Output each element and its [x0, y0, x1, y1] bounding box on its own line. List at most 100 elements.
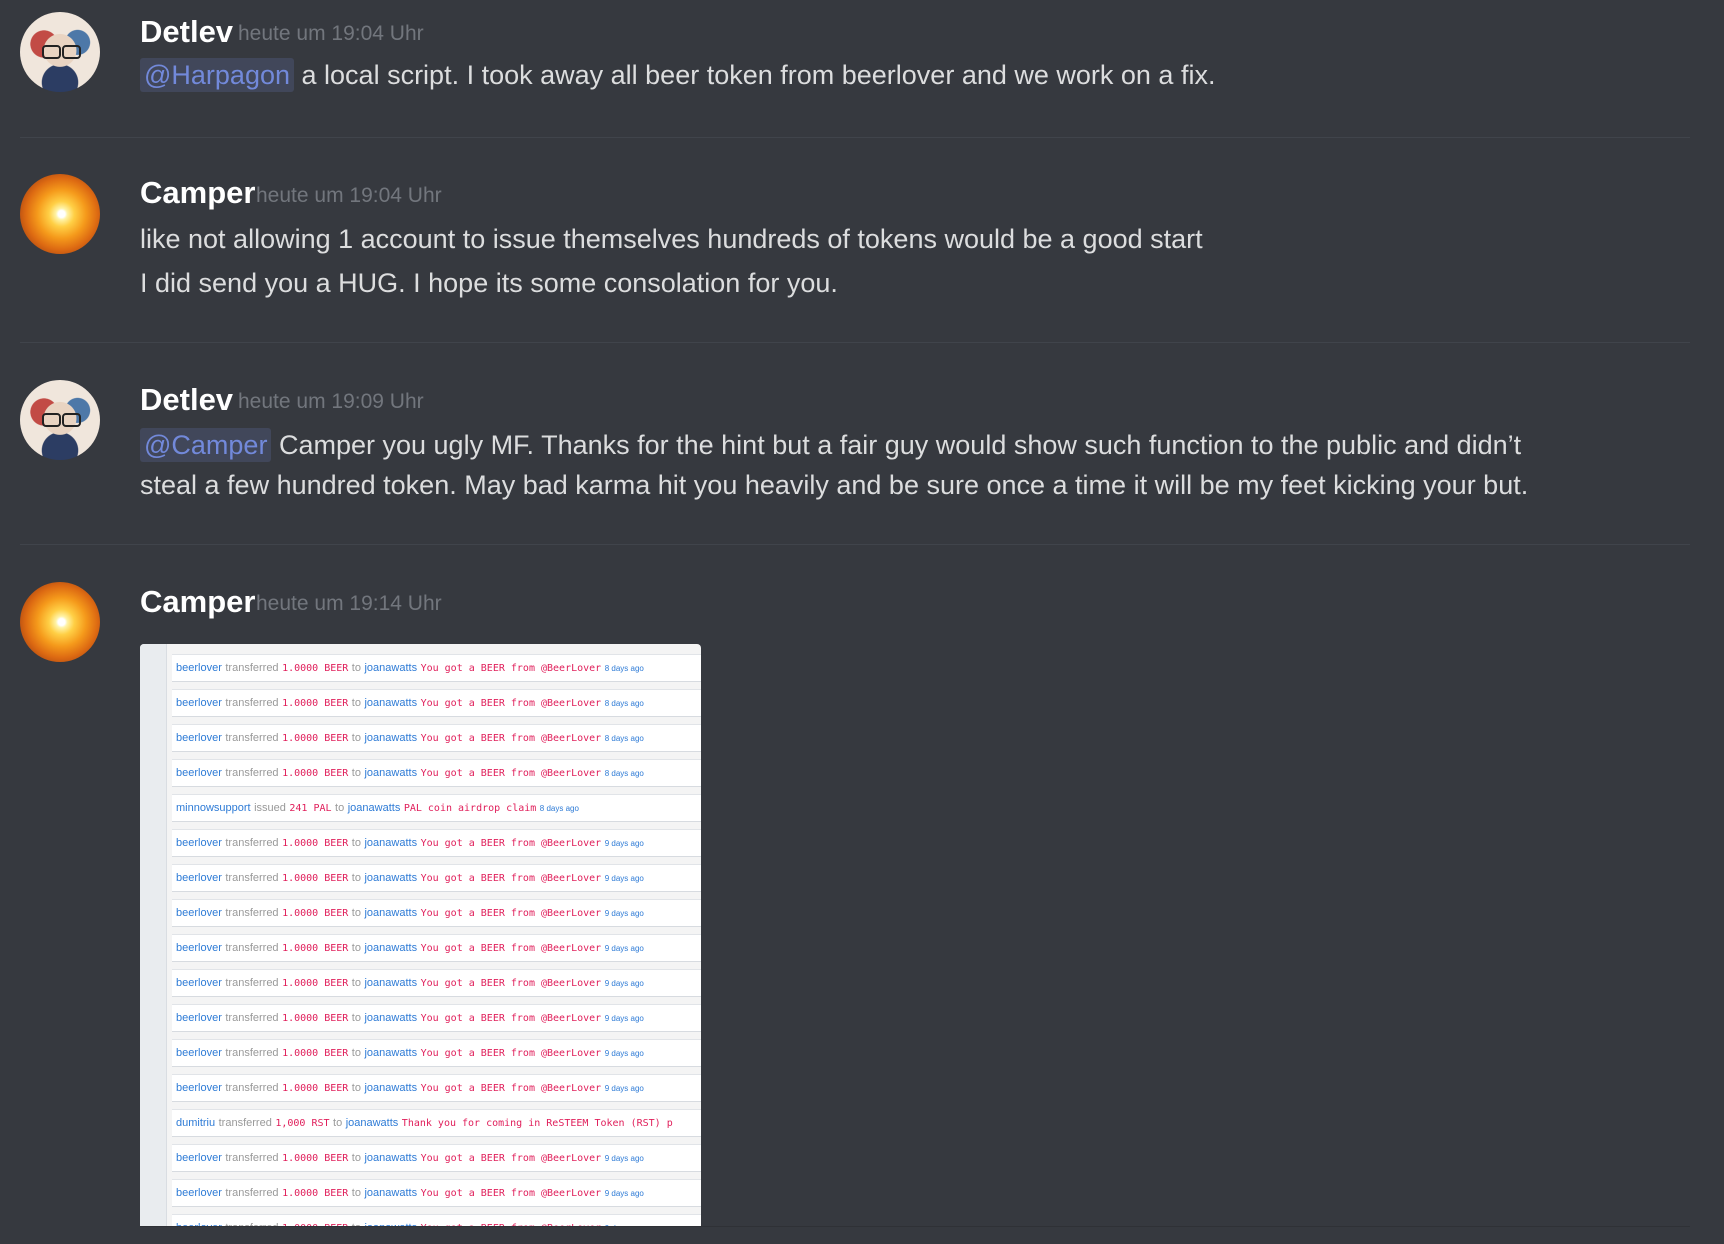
transaction-to: to [351, 1187, 361, 1199]
transaction-user[interactable]: beerlover [176, 942, 222, 954]
transaction-to: to [351, 1082, 361, 1094]
transaction-amount: 1.0000 BEER [282, 978, 349, 989]
transaction-user[interactable]: beerlover [176, 872, 222, 884]
transaction-to: to [351, 942, 361, 954]
transaction-user[interactable]: beerlover [176, 662, 222, 674]
author-name[interactable]: Detlev [140, 382, 233, 418]
transaction-age[interactable]: 9 days ago [605, 1189, 644, 1198]
transaction-user[interactable]: beerlover [176, 1082, 222, 1094]
transaction-age[interactable]: 9 days ago [605, 1084, 644, 1093]
message-line: like not allowing 1 account to issue the… [140, 224, 1203, 254]
message-text: @Camper Camper you ugly MF. Thanks for t… [140, 428, 1521, 462]
author-name[interactable]: Camper [140, 584, 255, 620]
transaction-age[interactable]: 9 days ago [605, 909, 644, 918]
transaction-recipient[interactable]: joanawatts [364, 767, 417, 779]
transaction-age[interactable]: 9 days ago [605, 839, 644, 848]
transaction-verb: transferred [225, 837, 279, 849]
transaction-user[interactable]: beerlover [176, 907, 222, 919]
transaction-age[interactable]: 8 days ago [605, 734, 644, 743]
transaction-user[interactable]: beerlover [176, 1047, 222, 1059]
transaction-amount: 241 PAL [289, 803, 332, 814]
transaction-amount: 1.0000 BEER [282, 1048, 349, 1059]
transaction-row: dumitriu transferred 1,000 RST to joanaw… [172, 1109, 701, 1137]
transaction-recipient[interactable]: joanawatts [364, 697, 417, 709]
transaction-amount: 1.0000 BEER [282, 873, 349, 884]
transaction-recipient[interactable]: joanawatts [364, 662, 417, 674]
glasses-left-icon [42, 45, 61, 59]
transaction-recipient[interactable]: joanawatts [364, 732, 417, 744]
transaction-recipient[interactable]: joanawatts [346, 1117, 399, 1129]
transaction-verb: transferred [225, 1187, 279, 1199]
transaction-memo: You got a BEER from @BeerLover [420, 663, 602, 674]
transaction-age[interactable]: 8 days ago [605, 769, 644, 778]
transaction-to: to [351, 662, 361, 674]
image-attachment[interactable]: beerlover transferred 1.0000 BEER to joa… [140, 644, 701, 1226]
camper-avatar[interactable] [20, 174, 100, 254]
transaction-to: to [351, 837, 361, 849]
transaction-recipient[interactable]: joanawatts [364, 837, 417, 849]
transaction-memo: You got a BEER from @BeerLover [420, 943, 602, 954]
transaction-row: beerlover transferred 1.0000 BEER to joa… [172, 864, 701, 892]
transaction-amount: 1.0000 BEER [282, 908, 349, 919]
transaction-verb: transferred [225, 697, 279, 709]
transaction-user[interactable]: beerlover [176, 977, 222, 989]
transaction-recipient[interactable]: joanawatts [364, 977, 417, 989]
transaction-age[interactable]: 9 days ago [605, 979, 644, 988]
transaction-amount: 1.0000 BEER [282, 838, 349, 849]
author-name[interactable]: Detlev [140, 14, 233, 50]
transaction-recipient[interactable]: joanawatts [364, 1012, 417, 1024]
transaction-user[interactable]: beerlover [176, 732, 222, 744]
author-name[interactable]: Camper [140, 175, 255, 211]
transaction-user[interactable]: beerlover [176, 697, 222, 709]
transaction-age[interactable]: 9 days ago [605, 874, 644, 883]
transaction-amount: 1.0000 BEER [282, 943, 349, 954]
transaction-recipient[interactable]: joanawatts [364, 907, 417, 919]
user-mention[interactable]: @Camper [140, 428, 272, 462]
transaction-user[interactable]: beerlover [176, 767, 222, 779]
detlev-avatar[interactable] [20, 380, 100, 460]
transaction-recipient[interactable]: joanawatts [364, 942, 417, 954]
transaction-user[interactable]: beerlover [176, 837, 222, 849]
glasses-right-icon [62, 413, 81, 427]
transaction-recipient[interactable]: joanawatts [364, 872, 417, 884]
message-timestamp: heute um 19:04 Uhr [256, 184, 442, 207]
transaction-recipient[interactable]: joanawatts [364, 1152, 417, 1164]
transaction-row: minnowsupport issued 241 PAL to joanawat… [172, 794, 701, 822]
transaction-user[interactable]: beerlover [176, 1152, 222, 1164]
message-timestamp: heute um 19:04 Uhr [238, 22, 424, 45]
transaction-recipient[interactable]: joanawatts [364, 1187, 417, 1199]
transaction-row: beerlover transferred 1.0000 BEER to joa… [172, 829, 701, 857]
transaction-recipient[interactable]: joanawatts [364, 1047, 417, 1059]
transaction-age[interactable]: 8 days ago [605, 699, 644, 708]
transaction-age[interactable]: 8 days ago [605, 664, 644, 673]
detlev-avatar[interactable] [20, 12, 100, 92]
transaction-age[interactable]: 9 days ago [605, 944, 644, 953]
transaction-row: beerlover transferred 1.0000 BEER to joa… [172, 1004, 701, 1032]
message-timestamp: heute um 19:14 Uhr [256, 592, 442, 615]
message-divider [20, 342, 1690, 343]
transaction-user[interactable]: beerlover [176, 1187, 222, 1199]
transaction-row: beerlover transferred 1.0000 BEER to joa… [172, 1074, 701, 1102]
transaction-memo: You got a BEER from @BeerLover [420, 838, 602, 849]
transaction-user[interactable]: minnowsupport [176, 802, 251, 814]
transaction-age[interactable]: 9 days ago [605, 1049, 644, 1058]
user-mention[interactable]: @Harpagon [140, 58, 294, 92]
transaction-memo: You got a BEER from @BeerLover [420, 768, 602, 779]
transaction-row: beerlover transferred 1.0000 BEER to joa… [172, 934, 701, 962]
transaction-recipient[interactable]: joanawatts [348, 802, 401, 814]
transaction-memo: You got a BEER from @BeerLover [420, 873, 602, 884]
attachment-sidebar [140, 644, 167, 1226]
transaction-age[interactable]: 9 days ago [605, 1154, 644, 1163]
transaction-to: to [351, 1047, 361, 1059]
transaction-row: beerlover transferred 1.0000 BEER to joa… [172, 969, 701, 997]
message-body: a local script. I took away all beer tok… [301, 60, 1216, 90]
transaction-age[interactable]: 8 days ago [540, 804, 579, 813]
transaction-verb: transferred [225, 872, 279, 884]
transaction-age[interactable]: 9 days ago [605, 1014, 644, 1023]
camper-avatar[interactable] [20, 582, 100, 662]
transaction-recipient[interactable]: joanawatts [364, 1082, 417, 1094]
transaction-user[interactable]: beerlover [176, 1012, 222, 1024]
transaction-memo: You got a BEER from @BeerLover [420, 908, 602, 919]
transaction-amount: 1.0000 BEER [282, 1153, 349, 1164]
transaction-user[interactable]: dumitriu [176, 1117, 215, 1129]
